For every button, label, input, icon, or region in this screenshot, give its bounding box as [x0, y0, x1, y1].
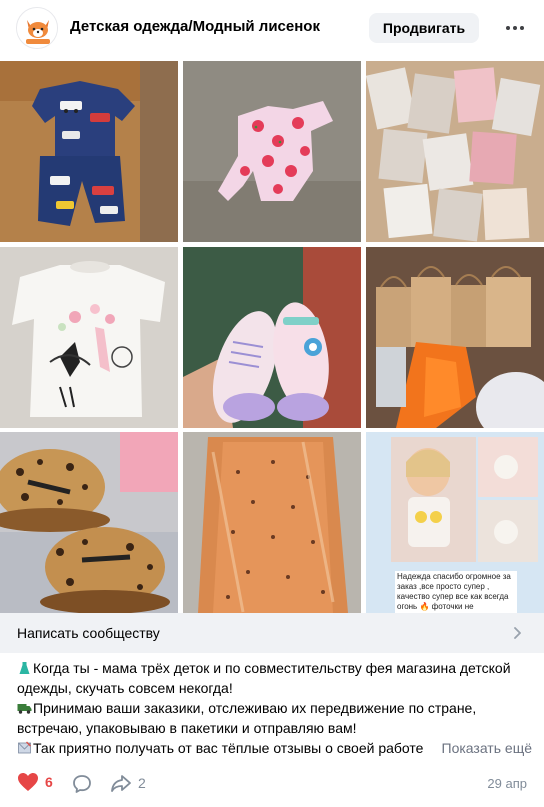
- community-name[interactable]: Детская одежда/Модный лисенок: [70, 18, 320, 35]
- like-button[interactable]: 6: [17, 772, 53, 792]
- post-line: Так приятно получать от вас тёплые отзыв…: [17, 738, 532, 758]
- show-more-link[interactable]: Показать ещё: [427, 738, 532, 758]
- envelope-emoji-icon: [18, 741, 32, 754]
- photo-pajama-set[interactable]: [0, 61, 178, 242]
- photo-packaged-clothes[interactable]: [366, 61, 544, 242]
- post-header: Детская одежда/Модный лисенок Продвигать: [0, 0, 544, 58]
- post-text: Когда ты - мама трёх деток и по совмести…: [17, 658, 532, 758]
- community-avatar[interactable]: [16, 7, 58, 49]
- post-line: одежды, скучать совсем некогда!: [17, 680, 233, 696]
- promote-button[interactable]: Продвигать: [369, 13, 479, 43]
- review-caption: Надежда спасибо огромное за заказ ,все п…: [395, 571, 517, 613]
- photo-grid: [0, 61, 544, 613]
- photo-pink-sandals[interactable]: [183, 247, 361, 428]
- post-line: встречаю, упаковываю в пакетики и отправ…: [17, 720, 357, 736]
- like-count: 6: [45, 774, 53, 790]
- photo-gift-bags[interactable]: [366, 247, 544, 428]
- post-line: Принимаю ваши заказики, отслеживаю их пе…: [17, 698, 532, 718]
- truck-emoji-icon: [17, 704, 32, 714]
- heart-icon: [18, 773, 38, 791]
- dress-emoji-icon: [19, 662, 30, 674]
- comment-icon: [73, 775, 91, 793]
- share-icon: [111, 775, 131, 792]
- post-footer: 6 2 29 апр: [0, 770, 544, 800]
- photo-watermelon-swimsuit[interactable]: [183, 61, 361, 242]
- photo-girl-tshirt[interactable]: [0, 247, 178, 428]
- chevron-right-icon: [514, 627, 521, 639]
- comment-button[interactable]: [72, 774, 92, 799]
- photo-orange-dress[interactable]: [183, 432, 361, 613]
- message-community-label: Написать сообществу: [17, 625, 160, 641]
- post-line: Когда ты - мама трёх деток и по совмести…: [17, 658, 532, 678]
- message-community-button[interactable]: Написать сообществу: [0, 613, 544, 653]
- more-options-icon[interactable]: [502, 18, 528, 38]
- photo-leopard-caps[interactable]: [0, 432, 178, 613]
- share-button[interactable]: 2: [110, 773, 146, 793]
- share-count: 2: [138, 775, 146, 791]
- post-date[interactable]: 29 апр: [487, 776, 527, 791]
